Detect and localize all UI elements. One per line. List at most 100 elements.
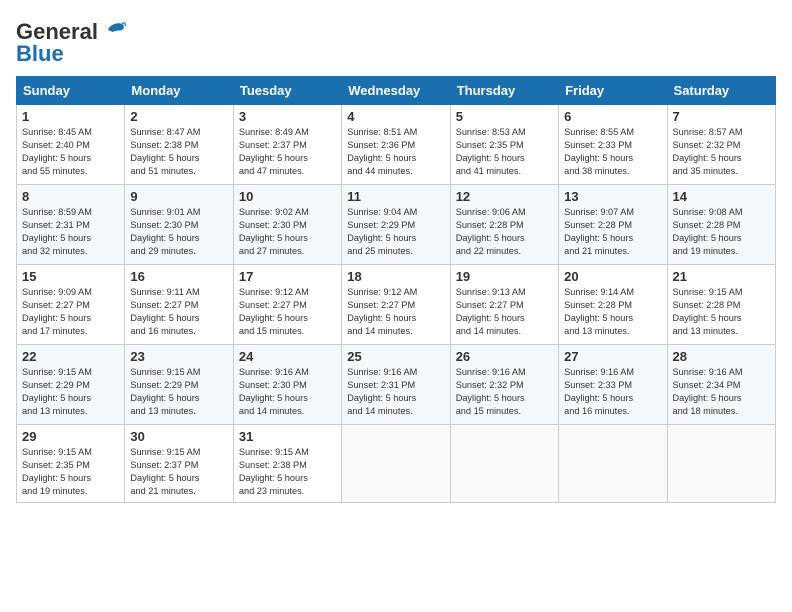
day-number: 23 — [130, 349, 227, 364]
cell-info: Sunrise: 9:15 AM Sunset: 2:35 PM Dayligh… — [22, 446, 119, 498]
cell-info: Sunrise: 9:14 AM Sunset: 2:28 PM Dayligh… — [564, 286, 661, 338]
day-number: 15 — [22, 269, 119, 284]
calendar-cell: 26 Sunrise: 9:16 AM Sunset: 2:32 PM Dayli… — [450, 345, 558, 425]
cell-info: Sunrise: 9:01 AM Sunset: 2:30 PM Dayligh… — [130, 206, 227, 258]
day-number: 10 — [239, 189, 336, 204]
day-number: 19 — [456, 269, 553, 284]
calendar-cell: 21 Sunrise: 9:15 AM Sunset: 2:28 PM Dayli… — [667, 265, 775, 345]
cell-info: Sunrise: 9:09 AM Sunset: 2:27 PM Dayligh… — [22, 286, 119, 338]
calendar-cell: 24Sunrise: 9:16 AM Sunset: 2:30 PM Dayli… — [233, 345, 341, 425]
calendar-cell — [559, 425, 667, 503]
cell-info: Sunrise: 9:15 AM Sunset: 2:28 PM Dayligh… — [673, 286, 770, 338]
header: General Blue — [16, 16, 776, 66]
day-number: 18 — [347, 269, 444, 284]
cell-info: Sunrise: 9:06 AM Sunset: 2:28 PM Dayligh… — [456, 206, 553, 258]
day-number: 5 — [456, 109, 553, 124]
day-number: 21 — [673, 269, 770, 284]
cell-info: Sunrise: 8:51 AM Sunset: 2:36 PM Dayligh… — [347, 126, 444, 178]
calendar-cell: 11 Sunrise: 9:04 AM Sunset: 2:29 PM Dayli… — [342, 185, 450, 265]
day-number: 4 — [347, 109, 444, 124]
day-number: 24 — [239, 349, 336, 364]
calendar-cell: 12 Sunrise: 9:06 AM Sunset: 2:28 PM Dayli… — [450, 185, 558, 265]
cell-info: Sunrise: 8:59 AM Sunset: 2:31 PM Dayligh… — [22, 206, 119, 258]
calendar-cell: 2 Sunrise: 8:47 AM Sunset: 2:38 PM Daylig… — [125, 105, 233, 185]
day-number: 12 — [456, 189, 553, 204]
cell-info: Sunrise: 9:07 AM Sunset: 2:28 PM Dayligh… — [564, 206, 661, 258]
calendar-cell: 29 Sunrise: 9:15 AM Sunset: 2:35 PM Dayli… — [17, 425, 125, 503]
logo-blue: Blue — [16, 42, 126, 66]
cell-info: Sunrise: 9:13 AM Sunset: 2:27 PM Dayligh… — [456, 286, 553, 338]
day-number: 16 — [130, 269, 227, 284]
cell-info: Sunrise: 9:08 AM Sunset: 2:28 PM Dayligh… — [673, 206, 770, 258]
day-number: 7 — [673, 109, 770, 124]
day-number: 3 — [239, 109, 336, 124]
calendar-cell: 28Sunrise: 9:16 AM Sunset: 2:34 PM Dayli… — [667, 345, 775, 425]
header-cell-tuesday: Tuesday — [233, 77, 341, 105]
calendar-cell: 30 Sunrise: 9:15 AM Sunset: 2:37 PM Dayli… — [125, 425, 233, 503]
cell-info: Sunrise: 9:15 AM Sunset: 2:37 PM Dayligh… — [130, 446, 227, 498]
logo: General Blue — [16, 20, 126, 66]
header-cell-friday: Friday — [559, 77, 667, 105]
day-number: 29 — [22, 429, 119, 444]
cell-info: Sunrise: 9:16 AM Sunset: 2:33 PM Dayligh… — [564, 366, 661, 418]
page-container: General Blue SundayMondayTuesdayWednesda… — [0, 0, 792, 513]
day-number: 14 — [673, 189, 770, 204]
cell-info: Sunrise: 9:02 AM Sunset: 2:30 PM Dayligh… — [239, 206, 336, 258]
day-number: 30 — [130, 429, 227, 444]
cell-info: Sunrise: 8:47 AM Sunset: 2:38 PM Dayligh… — [130, 126, 227, 178]
header-cell-wednesday: Wednesday — [342, 77, 450, 105]
calendar-cell: 23 Sunrise: 9:15 AM Sunset: 2:29 PM Dayli… — [125, 345, 233, 425]
calendar-cell: 14 Sunrise: 9:08 AM Sunset: 2:28 PM Dayli… — [667, 185, 775, 265]
cell-info: Sunrise: 9:15 AM Sunset: 2:38 PM Dayligh… — [239, 446, 336, 498]
calendar-cell: 20 Sunrise: 9:14 AM Sunset: 2:28 PM Dayli… — [559, 265, 667, 345]
cell-info: Sunrise: 9:12 AM Sunset: 2:27 PM Dayligh… — [347, 286, 444, 338]
day-number: 9 — [130, 189, 227, 204]
day-number: 2 — [130, 109, 227, 124]
header-row: SundayMondayTuesdayWednesdayThursdayFrid… — [17, 77, 776, 105]
day-number: 17 — [239, 269, 336, 284]
calendar-cell: 22 Sunrise: 9:15 AM Sunset: 2:29 PM Dayli… — [17, 345, 125, 425]
week-row-2: 8 Sunrise: 8:59 AM Sunset: 2:31 PM Daylig… — [17, 185, 776, 265]
week-row-4: 22 Sunrise: 9:15 AM Sunset: 2:29 PM Dayli… — [17, 345, 776, 425]
header-cell-monday: Monday — [125, 77, 233, 105]
calendar-table: SundayMondayTuesdayWednesdayThursdayFrid… — [16, 76, 776, 503]
day-number: 8 — [22, 189, 119, 204]
calendar-cell: 16Sunrise: 9:11 AM Sunset: 2:27 PM Dayli… — [125, 265, 233, 345]
calendar-cell: 13 Sunrise: 9:07 AM Sunset: 2:28 PM Dayli… — [559, 185, 667, 265]
calendar-cell: 8 Sunrise: 8:59 AM Sunset: 2:31 PM Daylig… — [17, 185, 125, 265]
calendar-cell: 4 Sunrise: 8:51 AM Sunset: 2:36 PM Daylig… — [342, 105, 450, 185]
day-number: 13 — [564, 189, 661, 204]
cell-info: Sunrise: 8:55 AM Sunset: 2:33 PM Dayligh… — [564, 126, 661, 178]
calendar-cell — [667, 425, 775, 503]
calendar-cell: 31Sunrise: 9:15 AM Sunset: 2:38 PM Dayli… — [233, 425, 341, 503]
calendar-cell — [450, 425, 558, 503]
calendar-cell: 10 Sunrise: 9:02 AM Sunset: 2:30 PM Dayli… — [233, 185, 341, 265]
cell-info: Sunrise: 8:49 AM Sunset: 2:37 PM Dayligh… — [239, 126, 336, 178]
calendar-cell: 25Sunrise: 9:16 AM Sunset: 2:31 PM Dayli… — [342, 345, 450, 425]
cell-info: Sunrise: 9:15 AM Sunset: 2:29 PM Dayligh… — [130, 366, 227, 418]
week-row-5: 29 Sunrise: 9:15 AM Sunset: 2:35 PM Dayli… — [17, 425, 776, 503]
day-number: 22 — [22, 349, 119, 364]
calendar-cell: 27Sunrise: 9:16 AM Sunset: 2:33 PM Dayli… — [559, 345, 667, 425]
cell-info: Sunrise: 9:04 AM Sunset: 2:29 PM Dayligh… — [347, 206, 444, 258]
calendar-cell: 3 Sunrise: 8:49 AM Sunset: 2:37 PM Daylig… — [233, 105, 341, 185]
calendar-cell: 15 Sunrise: 9:09 AM Sunset: 2:27 PM Dayli… — [17, 265, 125, 345]
header-cell-sunday: Sunday — [17, 77, 125, 105]
calendar-cell — [342, 425, 450, 503]
week-row-1: 1 Sunrise: 8:45 AM Sunset: 2:40 PM Daylig… — [17, 105, 776, 185]
calendar-cell: 5Sunrise: 8:53 AM Sunset: 2:35 PM Daylig… — [450, 105, 558, 185]
day-number: 28 — [673, 349, 770, 364]
header-cell-saturday: Saturday — [667, 77, 775, 105]
day-number: 1 — [22, 109, 119, 124]
day-number: 20 — [564, 269, 661, 284]
cell-info: Sunrise: 8:45 AM Sunset: 2:40 PM Dayligh… — [22, 126, 119, 178]
day-number: 11 — [347, 189, 444, 204]
cell-info: Sunrise: 9:15 AM Sunset: 2:29 PM Dayligh… — [22, 366, 119, 418]
cell-info: Sunrise: 9:16 AM Sunset: 2:32 PM Dayligh… — [456, 366, 553, 418]
calendar-cell: 18 Sunrise: 9:12 AM Sunset: 2:27 PM Dayli… — [342, 265, 450, 345]
calendar-cell: 19 Sunrise: 9:13 AM Sunset: 2:27 PM Dayli… — [450, 265, 558, 345]
day-number: 26 — [456, 349, 553, 364]
calendar-cell: 9 Sunrise: 9:01 AM Sunset: 2:30 PM Daylig… — [125, 185, 233, 265]
calendar-cell: 7Sunrise: 8:57 AM Sunset: 2:32 PM Daylig… — [667, 105, 775, 185]
calendar-cell: 17Sunrise: 9:12 AM Sunset: 2:27 PM Dayli… — [233, 265, 341, 345]
